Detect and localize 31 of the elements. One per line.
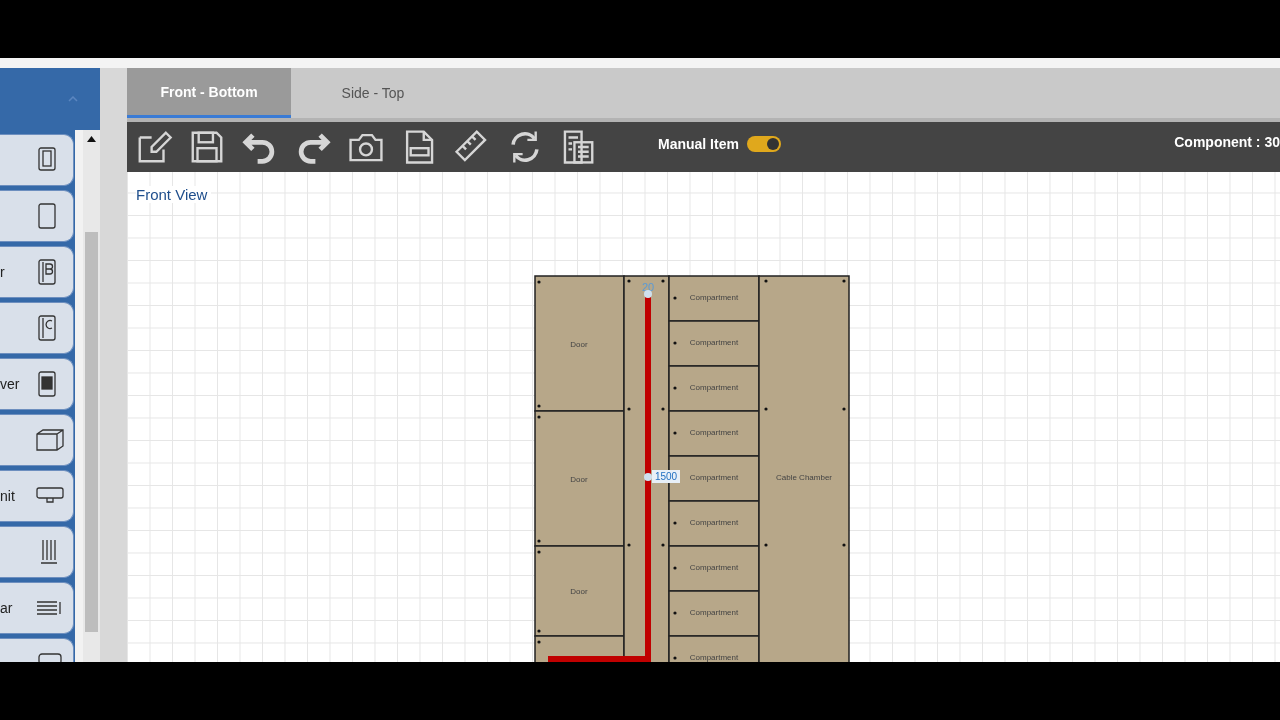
dimension-label: 1500 <box>654 471 678 482</box>
compartment-panel: Compartment <box>668 635 760 662</box>
component-item[interactable] <box>0 414 74 466</box>
scrollbar[interactable] <box>83 130 100 662</box>
compartment-panel: Compartment <box>668 320 760 367</box>
door-panel: Door <box>534 410 625 547</box>
view-tab[interactable]: Side - Top <box>291 68 455 118</box>
dimension-handle[interactable] <box>644 473 652 481</box>
component-item[interactable]: nit <box>0 470 74 522</box>
door-panel: Door <box>534 275 625 412</box>
component-item[interactable]: ver <box>0 358 74 410</box>
component-item[interactable] <box>0 526 74 578</box>
component-count: Component : 30 <box>1174 134 1280 150</box>
view-title: Front View <box>136 186 212 203</box>
compartment-panel: Compartment <box>668 500 760 547</box>
cable-chamber-panel: Cable Chamber <box>758 275 850 662</box>
toggle-label: Manual Item <box>658 136 739 152</box>
dimension-label: 20 <box>641 281 655 293</box>
component-item[interactable]: r <box>0 246 74 298</box>
dimension-handle[interactable] <box>644 290 652 298</box>
compartment-panel: Compartment <box>668 365 760 412</box>
component-item[interactable] <box>0 134 74 186</box>
component-item[interactable] <box>0 190 74 242</box>
compartment-panel: Compartment <box>668 410 760 457</box>
manual-item-toggle[interactable] <box>746 136 781 152</box>
component-item[interactable] <box>0 302 74 354</box>
compartment-panel: Compartment <box>668 590 760 637</box>
scroll-up-icon[interactable] <box>87 136 96 142</box>
compartment-panel: Compartment <box>668 545 760 592</box>
component-item[interactable]: ar <box>0 582 74 634</box>
compartment-panel: Compartment <box>668 275 760 322</box>
